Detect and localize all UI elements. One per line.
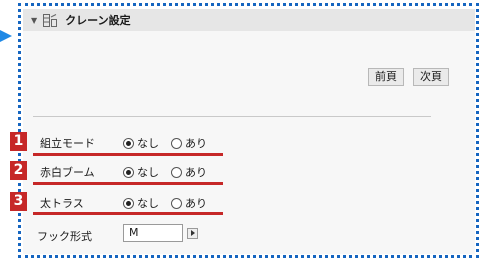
- radio-unselected-icon: [171, 137, 182, 149]
- hook-type-label: フック形式: [37, 230, 92, 243]
- radio-label: あり: [185, 166, 207, 179]
- radio-yes[interactable]: あり: [171, 135, 207, 151]
- row-label: 太トラス: [40, 197, 84, 210]
- marker-badge: 2: [10, 161, 27, 180]
- prev-page-button[interactable]: 前頁: [368, 68, 404, 86]
- radio-none[interactable]: なし: [123, 164, 159, 180]
- pointer-arrow-icon: [0, 30, 12, 42]
- select-arrow-icon[interactable]: [187, 228, 198, 239]
- radio-none[interactable]: なし: [123, 135, 159, 151]
- radio-yes[interactable]: あり: [171, 195, 207, 211]
- panel-title: クレーン設定: [65, 14, 131, 27]
- radio-label: なし: [137, 137, 159, 150]
- highlight-underline: [33, 153, 223, 156]
- radio-selected-icon: [123, 197, 134, 209]
- radio-label: あり: [185, 137, 207, 150]
- red-white-boom-row: 2 赤白ブーム なし あり: [10, 161, 475, 181]
- hook-type-select[interactable]: M: [123, 224, 183, 242]
- radio-label: なし: [137, 166, 159, 179]
- radio-label: なし: [137, 197, 159, 210]
- radio-selected-icon: [123, 137, 134, 149]
- crane-settings-icon: [43, 13, 58, 27]
- divider: [33, 116, 431, 117]
- thick-truss-row: 3 太トラス なし あり: [10, 192, 475, 212]
- panel-header[interactable]: ▼ クレーン設定: [23, 9, 475, 31]
- collapse-triangle-icon[interactable]: ▼: [31, 16, 37, 25]
- highlight-underline: [33, 182, 223, 185]
- radio-selected-icon: [123, 166, 134, 178]
- crane-settings-panel: ▼ クレーン設定 前頁 次頁 1 組立モード なし あり 2 赤白ブーム なし: [10, 9, 475, 254]
- radio-unselected-icon: [171, 197, 182, 209]
- row-label: 赤白ブーム: [40, 166, 95, 179]
- radio-yes[interactable]: あり: [171, 164, 207, 180]
- next-page-button[interactable]: 次頁: [413, 68, 449, 86]
- radio-none[interactable]: なし: [123, 195, 159, 211]
- marker-badge: 1: [10, 132, 27, 151]
- marker-badge: 3: [10, 192, 27, 211]
- row-label: 組立モード: [40, 137, 95, 150]
- assembly-mode-row: 1 組立モード なし あり: [10, 132, 475, 152]
- highlight-underline: [33, 212, 223, 215]
- radio-unselected-icon: [171, 166, 182, 178]
- radio-label: あり: [185, 197, 207, 210]
